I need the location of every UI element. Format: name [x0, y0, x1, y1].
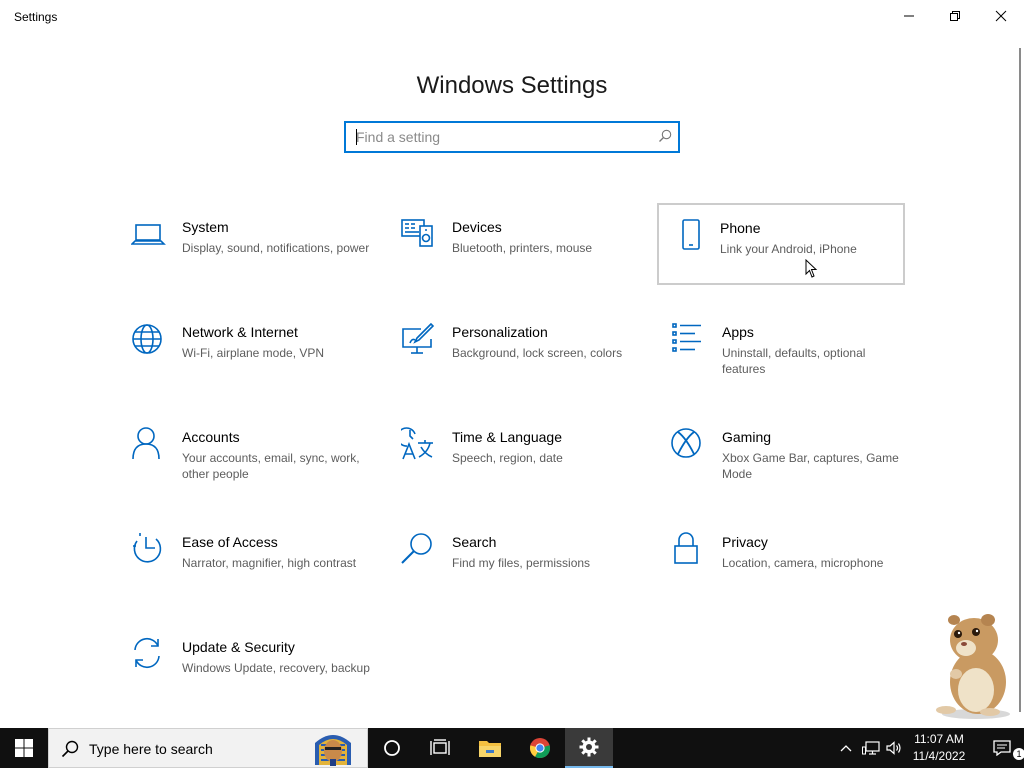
xbox-icon: [671, 428, 701, 458]
tile-description: Location, camera, microphone: [722, 556, 884, 570]
notification-count-badge: 1: [1013, 748, 1024, 760]
tile-ease-of-access[interactable]: Ease of Access Narrator, magnifier, high…: [132, 520, 380, 602]
taskbar-search-box[interactable]: Type here to search: [48, 728, 368, 768]
tile-description: Background, lock screen, colors: [452, 346, 623, 360]
tile-search[interactable]: Search Find my files, permissions: [401, 520, 650, 602]
tile-description: Link your Android, iPhone: [720, 242, 857, 256]
apps-list-icon: [672, 323, 701, 352]
tile-title: System: [182, 219, 229, 235]
search-icon: [659, 129, 672, 142]
tile-description: Windows Update, recovery, backup: [182, 661, 370, 675]
network-tray-button[interactable]: [860, 728, 882, 768]
windows-logo-icon: [15, 739, 33, 757]
show-hidden-icons-button[interactable]: [836, 728, 856, 768]
window-title: Settings: [14, 10, 58, 24]
time-language-icon: [401, 427, 433, 460]
tile-description: Bluetooth, printers, mouse: [452, 241, 593, 255]
tile-devices[interactable]: Devices Bluetooth, printers, mouse: [401, 205, 650, 287]
network-icon: [862, 741, 880, 755]
folder-icon: [479, 741, 501, 757]
close-button[interactable]: [978, 0, 1024, 32]
paint-icon: [402, 322, 435, 354]
tile-title: Gaming: [722, 429, 772, 445]
tile-description: Find my files, permissions: [452, 556, 591, 570]
search-icon: [401, 533, 432, 564]
laptop-icon: [131, 224, 166, 245]
minimize-button[interactable]: [886, 0, 932, 32]
search-input[interactable]: [356, 127, 646, 147]
tile-title: Devices: [452, 219, 502, 235]
taskbar-clock[interactable]: 11:07 AM 11/4/2022: [904, 731, 974, 765]
tile-title: Personalization: [452, 324, 548, 340]
tile-description: Speech, region, date: [452, 451, 563, 465]
tile-time-language[interactable]: Time & Language Speech, region, date: [401, 415, 650, 497]
person-icon: [132, 427, 160, 460]
gear-icon: [579, 737, 599, 757]
tile-description: Uninstall, defaults, optional features: [722, 346, 866, 376]
restore-icon: [950, 11, 960, 21]
task-view-icon: [430, 739, 450, 755]
tile-gaming[interactable]: Gaming Xbox Game Bar, captures, Game Mod…: [671, 415, 920, 497]
clock-date: 11/4/2022: [912, 749, 966, 763]
chrome-icon: [529, 738, 551, 759]
start-button[interactable]: [0, 728, 48, 768]
ease-of-access-icon: [133, 533, 162, 563]
tile-system[interactable]: System Display, sound, notifications, po…: [131, 205, 380, 287]
speaker-icon: [886, 741, 901, 755]
notification-icon: [993, 740, 1011, 756]
chevron-up-icon: [840, 745, 852, 752]
tile-network-internet[interactable]: Network & Internet Wi-Fi, airplane mode,…: [132, 310, 380, 392]
tile-privacy[interactable]: Privacy Location, camera, microphone: [672, 520, 920, 602]
tile-accounts[interactable]: Accounts Your accounts, email, sync, wor…: [132, 415, 380, 497]
restore-button[interactable]: [932, 0, 978, 32]
minimize-icon: [904, 15, 914, 17]
search-icon: [61, 740, 79, 758]
find-setting-search-box[interactable]: [344, 121, 680, 153]
text-caret: [356, 129, 357, 145]
volume-tray-button[interactable]: [884, 728, 904, 768]
tile-apps[interactable]: Apps Uninstall, defaults, optional featu…: [672, 310, 920, 392]
tile-update-security[interactable]: Update & Security Windows Update, recove…: [132, 625, 380, 707]
tile-title: Network & Internet: [182, 324, 298, 340]
hamster-mascot-icon: [936, 614, 1010, 719]
clock-time: 11:07 AM: [914, 732, 964, 746]
title-bar: Settings: [0, 0, 1024, 34]
close-icon: [995, 10, 1007, 22]
file-explorer-button[interactable]: [466, 728, 514, 768]
taskbar-search-text: Type here to search: [89, 741, 213, 757]
tile-title: Privacy: [722, 534, 768, 550]
tile-description: Your accounts, email, sync, work, other …: [182, 451, 360, 481]
tile-description: Narrator, magnifier, high contrast: [182, 556, 357, 570]
tile-title: Phone: [720, 220, 761, 236]
tile-personalization[interactable]: Personalization Background, lock screen,…: [402, 310, 650, 392]
task-view-button[interactable]: [416, 728, 464, 768]
tile-description: Xbox Game Bar, captures, Game Mode: [722, 451, 899, 481]
globe-icon: [132, 324, 162, 354]
phone-icon: [682, 219, 700, 250]
tile-title: Time & Language: [452, 429, 562, 445]
tile-title: Update & Security: [182, 639, 295, 655]
tile-title: Apps: [722, 324, 754, 340]
lock-icon: [674, 532, 698, 564]
taskbar: Type here to search 11:07 AM 11/4/2022 1: [0, 728, 1024, 768]
tile-title: Accounts: [182, 429, 240, 445]
pharaoh-doodle-icon: [315, 735, 351, 766]
devices-icon: [401, 219, 433, 247]
cortana-circle-icon: [384, 740, 400, 756]
tile-phone[interactable]: Phone Link your Android, iPhone: [657, 203, 905, 285]
tile-description: Display, sound, notifications, power: [182, 241, 370, 255]
cortana-button[interactable]: [368, 728, 416, 768]
chrome-button[interactable]: [516, 728, 564, 768]
tile-description: Wi-Fi, airplane mode, VPN: [182, 346, 325, 360]
page-title: Windows Settings: [416, 72, 608, 100]
sync-icon: [134, 637, 160, 669]
settings-taskbar-button[interactable]: [565, 728, 613, 768]
mouse-cursor-icon: [805, 259, 818, 278]
tile-title: Ease of Access: [182, 534, 278, 550]
tile-title: Search: [452, 534, 497, 550]
